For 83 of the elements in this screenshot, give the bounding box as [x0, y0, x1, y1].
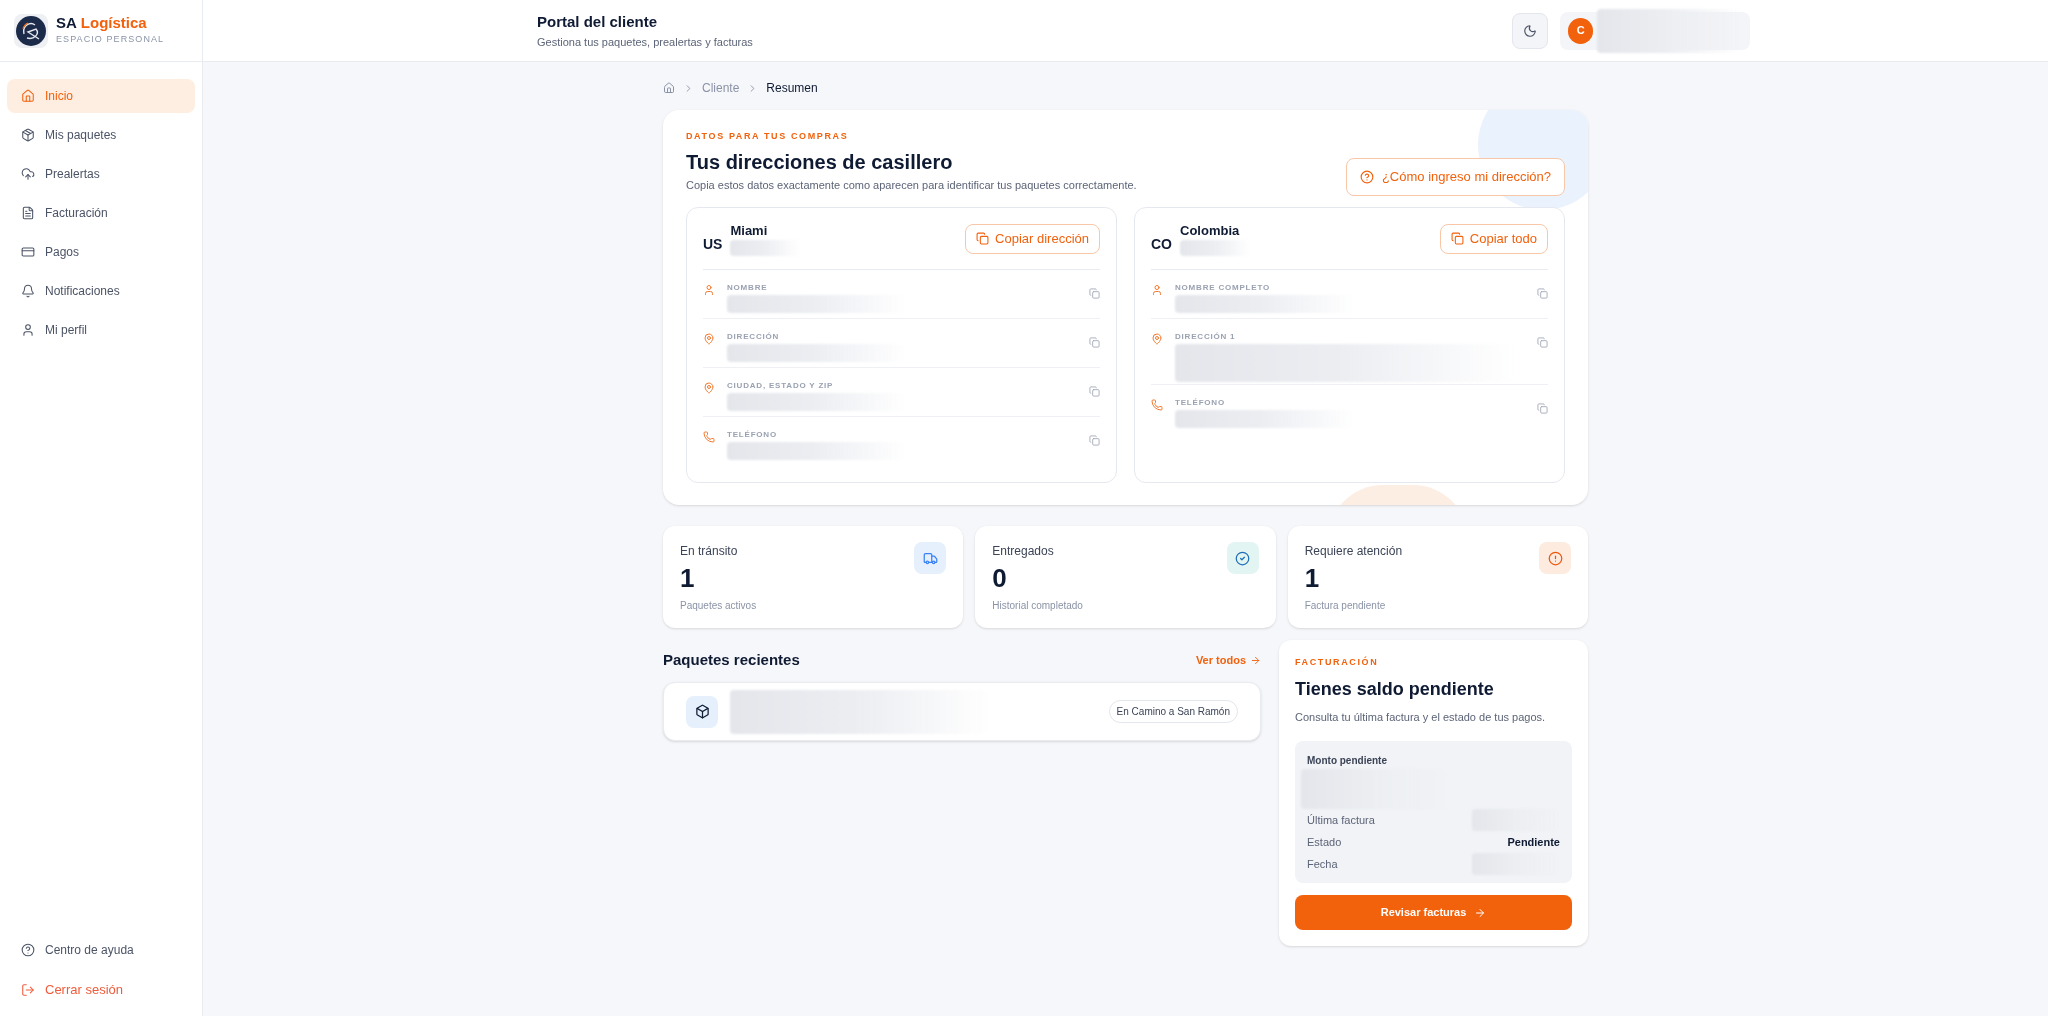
detail-label: Estado: [1307, 834, 1342, 850]
nav-item[interactable]: Facturación: [7, 196, 195, 230]
brand-name: SA: [56, 14, 77, 34]
copy-icon[interactable]: [1089, 435, 1100, 446]
user-icon: [21, 323, 35, 337]
card-icon: [21, 245, 35, 259]
pin-icon: [1151, 333, 1163, 345]
theme-toggle-button[interactable]: [1512, 12, 1548, 49]
stat-value: 1: [1304, 562, 1321, 595]
brand-subtitle: ESPACIO PERSONAL: [56, 33, 165, 47]
bell-icon: [21, 284, 35, 298]
copy-icon[interactable]: [1537, 288, 1548, 299]
field-label: DIRECCIÓN: [727, 331, 781, 343]
stat-value: 0: [992, 562, 1008, 595]
home-icon: [21, 89, 35, 103]
pin-icon: [703, 333, 715, 345]
section-eyebrow: DATOS PARA TUS COMPRAS: [686, 130, 850, 143]
amount-label: Monto pendiente: [1307, 754, 1388, 768]
help-icon: [21, 943, 35, 957]
section-description: Consulta tu última factura y el estado de tus pagos.: [1295, 709, 1547, 725]
copy-icon: [976, 232, 990, 245]
nav-item[interactable]: Mi perfil: [7, 313, 195, 347]
alert-icon: [1547, 550, 1563, 566]
detail-value: Pendiente: [1507, 834, 1560, 850]
pin-icon: [703, 382, 715, 394]
field-label: NOMBRE: [727, 282, 769, 294]
section-description: Copia estos datos exactamente como aparecen para identificar tus paquetes correctamente.: [686, 177, 1137, 193]
box-icon: [21, 128, 35, 142]
copy-icon[interactable]: [1089, 288, 1100, 299]
box-icon: [694, 704, 710, 719]
user-icon: [1151, 284, 1163, 296]
arrow-icon: [1474, 906, 1487, 919]
page-title: Portal del cliente: [537, 12, 659, 32]
copy-icon: [1450, 232, 1464, 245]
copy-icon[interactable]: [1537, 337, 1548, 348]
nav-item[interactable]: Prealertas: [7, 157, 195, 191]
stat-label: En tránsito: [680, 543, 739, 560]
help-link[interactable]: Centro de ayuda: [7, 936, 195, 964]
field-label: NOMBRE COMPLETO: [1175, 282, 1271, 294]
check-circle-icon: [1235, 550, 1251, 566]
stat-value: 1: [680, 562, 696, 595]
user-avatar: C: [1568, 17, 1594, 44]
stat-label: Entregados: [992, 543, 1055, 560]
copy-icon[interactable]: [1089, 337, 1100, 348]
field-label: TELÉFONO: [727, 429, 778, 441]
stat-note: Factura pendiente: [1304, 598, 1387, 613]
phone-icon: [1151, 399, 1163, 411]
help-icon: [1359, 170, 1374, 184]
cloud-upload-icon: [21, 167, 35, 181]
logout-icon: [21, 983, 35, 997]
country-code: CO: [1151, 235, 1172, 254]
country-code: US: [703, 235, 723, 254]
copy-icon[interactable]: [1537, 403, 1548, 414]
nav-item[interactable]: Notificaciones: [7, 274, 195, 308]
field-label: TELÉFONO: [1175, 397, 1226, 409]
nav-item[interactable]: Mis paquetes: [7, 118, 195, 152]
package-card[interactable]: En Camino a San Ramón: [663, 682, 1261, 741]
phone-icon: [703, 431, 715, 443]
user-icon: [703, 284, 715, 296]
section-title: Tienes saldo pendiente: [1295, 677, 1495, 701]
brand-name: Logística: [80, 14, 147, 34]
truck-icon: [922, 550, 938, 566]
stat-note: Historial completado: [992, 598, 1083, 613]
location-name: Colombia: [1180, 221, 1241, 240]
document-icon: [21, 206, 35, 220]
section-title: Paquetes recientes: [663, 649, 800, 670]
moon-icon: [1523, 23, 1537, 38]
field-label: DIRECCIÓN 1: [1175, 331, 1237, 343]
field-label: CIUDAD, ESTADO Y ZIP: [727, 380, 835, 392]
section-eyebrow: FACTURACIÓN: [1295, 656, 1380, 669]
page-subtitle: Gestiona tus paquetes, prealertas y facturas: [537, 34, 753, 50]
home-icon[interactable]: [663, 82, 675, 94]
stat-label: Requiere atención: [1304, 543, 1403, 560]
location-name: Miami: [730, 221, 769, 240]
section-title: Tus direcciones de casillero: [686, 149, 954, 175]
nav-item[interactable]: Pagos: [7, 235, 195, 269]
arrow-icon: [1250, 654, 1261, 666]
breadcrumb-link[interactable]: Resumen: [766, 79, 818, 97]
detail-label: Última factura: [1307, 812, 1375, 828]
copy-icon[interactable]: [1089, 386, 1100, 397]
detail-label: Fecha: [1307, 856, 1338, 872]
stat-note: Paquetes activos: [680, 598, 757, 613]
logo-icon: [14, 13, 48, 48]
